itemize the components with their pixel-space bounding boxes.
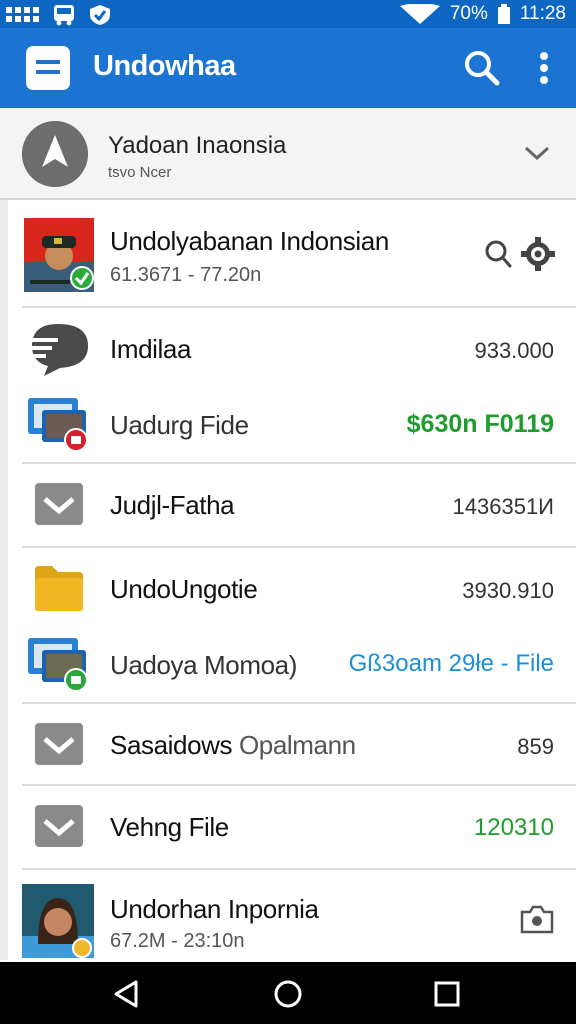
bus-icon bbox=[54, 5, 74, 26]
item-value: $630n F0119 bbox=[406, 410, 554, 438]
item-title-main: Sasaidows bbox=[110, 730, 233, 760]
list-item[interactable]: Sasaidows Opalmann 859 bbox=[8, 704, 576, 784]
inbox-icon bbox=[35, 483, 83, 525]
item-subtitle: 67.2M - 23:10n bbox=[110, 930, 245, 952]
list-item[interactable]: Uadurg Fide $630n F0119 bbox=[8, 388, 576, 462]
item-value: Gß3oam 29łe - File bbox=[348, 650, 554, 677]
avatar bbox=[24, 218, 94, 292]
wifi-icon bbox=[399, 4, 440, 24]
left-edge bbox=[0, 200, 8, 960]
account-name: Yadoan Inaonsia bbox=[108, 132, 287, 159]
item-title: Sasaidows Opalmann bbox=[110, 730, 356, 761]
list-item[interactable]: Imdilaa 933.000 bbox=[8, 308, 576, 388]
item-subtitle: 61.3671 - 77.20n bbox=[110, 264, 262, 286]
grid-icon bbox=[6, 7, 39, 22]
check-shield-icon bbox=[90, 5, 110, 25]
recents-icon[interactable] bbox=[433, 980, 461, 1008]
item-title: Undolyabanan Indonsian bbox=[110, 226, 389, 256]
chat-bubble-icon bbox=[28, 324, 88, 376]
list-item[interactable]: Undorhan Inpornia 67.2M - 23:10n bbox=[8, 870, 576, 962]
camera-icon[interactable] bbox=[520, 904, 554, 934]
list-item[interactable]: Undolyabanan Indonsian 61.3671 - 77.20n bbox=[8, 202, 576, 306]
item-title-extra: Opalmann bbox=[238, 730, 356, 760]
app-title: Undowhaa bbox=[93, 50, 236, 82]
search-icon[interactable] bbox=[462, 48, 502, 88]
battery-text: 70% bbox=[449, 3, 488, 24]
item-value: 3930.910 bbox=[462, 578, 554, 603]
home-icon[interactable] bbox=[273, 979, 303, 1009]
search-icon[interactable] bbox=[484, 238, 512, 270]
account-subtitle: tsvo Ncer bbox=[108, 164, 172, 181]
item-title: Imdilaa bbox=[110, 334, 192, 364]
gear-icon[interactable] bbox=[520, 236, 556, 272]
item-value: 120310 bbox=[473, 814, 554, 841]
item-title: Vehng File bbox=[110, 812, 229, 842]
inbox-icon bbox=[35, 723, 83, 765]
item-title: UndoUngotie bbox=[110, 574, 258, 604]
clock-text: 11:28 bbox=[519, 3, 566, 24]
list-item[interactable]: Vehng File 120310 bbox=[8, 786, 576, 868]
list-item[interactable]: Uadoya Momoa) Gß3oam 29łe - File bbox=[8, 628, 576, 702]
account-header[interactable]: Yadoan Inaonsia tsvo Ncer bbox=[0, 108, 576, 200]
list-item[interactable]: UndoUngotie 3930.910 bbox=[8, 548, 576, 628]
item-title: Uadurg Fide bbox=[110, 410, 249, 440]
chevron-down-icon[interactable] bbox=[522, 142, 552, 164]
item-value: 1436351И bbox=[452, 494, 554, 519]
status-bar: 70% 11:28 bbox=[0, 0, 576, 28]
item-title: Undorhan Inpornia bbox=[110, 894, 319, 924]
back-icon[interactable] bbox=[112, 979, 142, 1009]
menu-icon[interactable] bbox=[26, 46, 70, 90]
item-title: Uadoya Momoa) bbox=[110, 650, 297, 680]
computer-file-icon bbox=[28, 398, 88, 452]
folder-icon bbox=[35, 566, 83, 611]
more-vert-icon[interactable] bbox=[530, 48, 558, 88]
computer-file-green-icon bbox=[28, 638, 88, 692]
item-value: 859 bbox=[517, 734, 554, 759]
battery-icon bbox=[497, 4, 510, 24]
list-item[interactable]: Judjl-Fatha 1436351И bbox=[8, 464, 576, 546]
item-value: 933.000 bbox=[474, 338, 554, 363]
system-nav-bar bbox=[0, 962, 576, 1024]
account-logo-icon bbox=[22, 121, 88, 187]
app-bar: Undowhaa bbox=[0, 28, 576, 108]
avatar bbox=[22, 884, 94, 958]
inbox-icon bbox=[35, 805, 83, 847]
item-title: Judjl-Fatha bbox=[110, 490, 235, 520]
